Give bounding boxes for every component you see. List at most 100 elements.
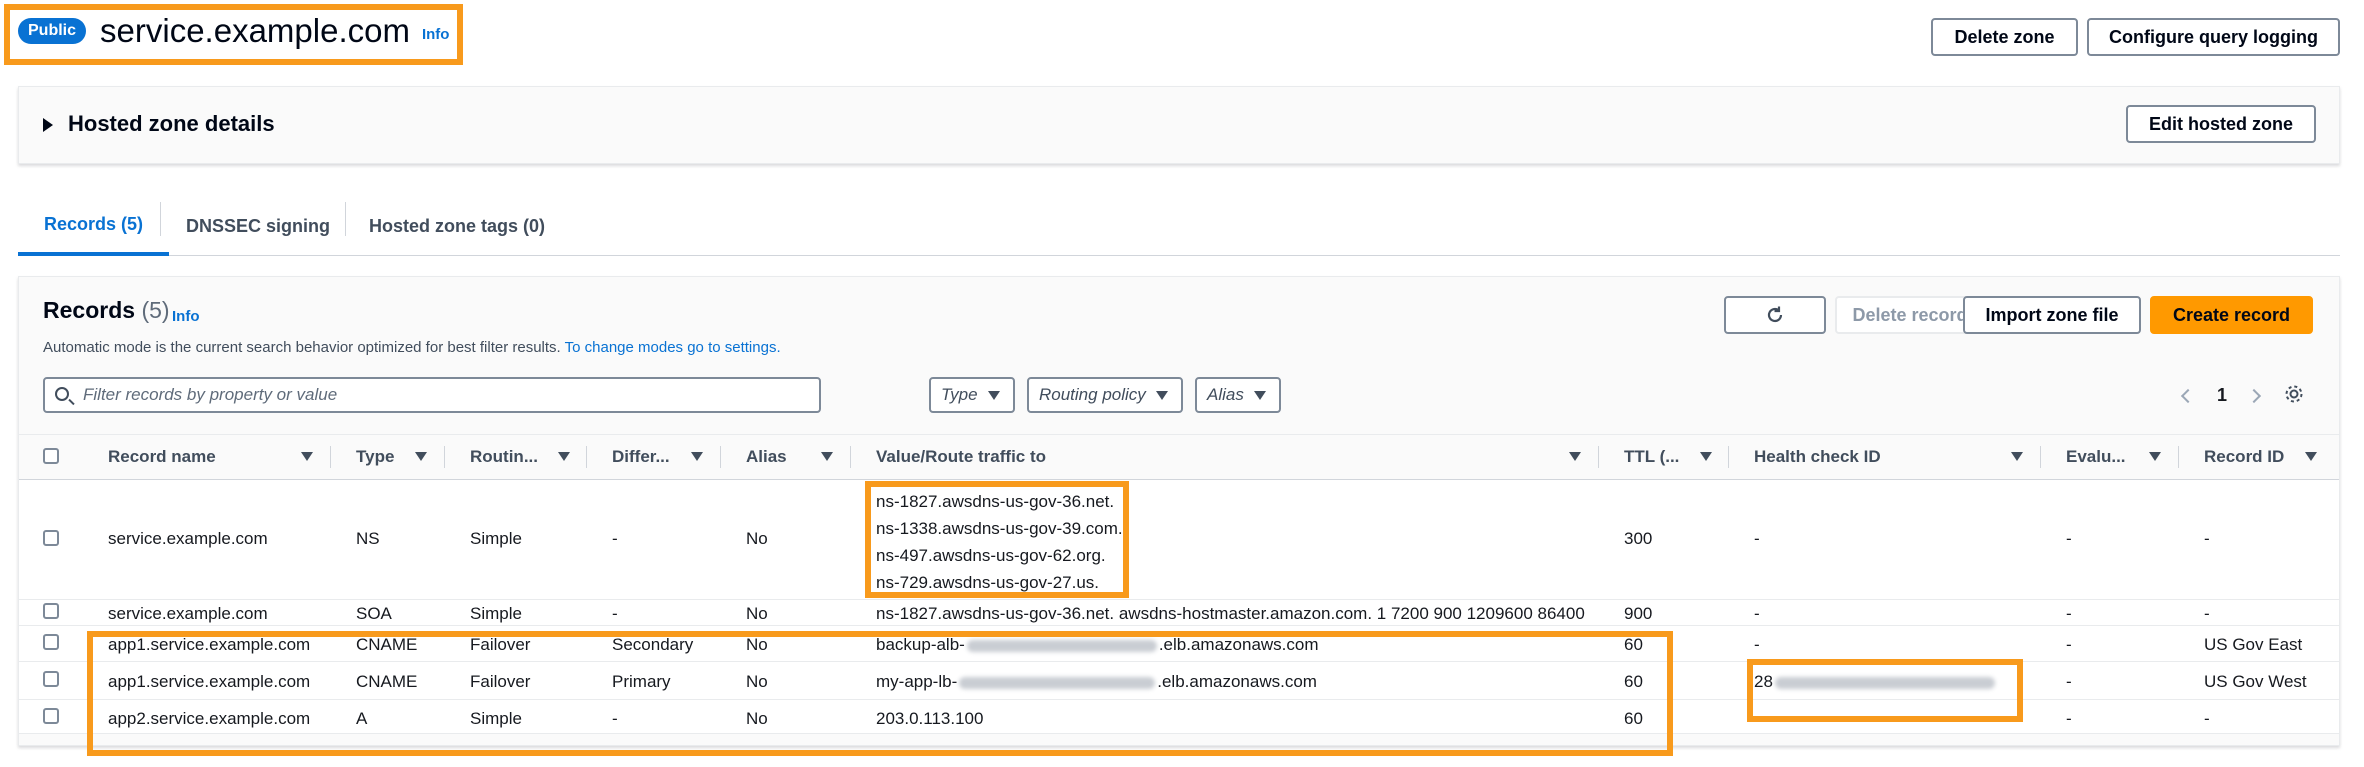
column-divider[interactable] [1728, 446, 1729, 468]
sort-down-icon[interactable] [415, 452, 427, 461]
refresh-icon [1767, 306, 1783, 323]
table-row[interactable]: app1.service.example.com CNAME Failover … [19, 662, 2339, 700]
health-check-id: - [1754, 635, 1760, 654]
settings-link[interactable]: To change modes go to settings. [565, 339, 781, 356]
visibility-badge: Public [18, 18, 87, 44]
ns-value-line: ns-497.awsdns-us-gov-62.org. [876, 546, 1106, 565]
column-divider[interactable] [2040, 446, 2041, 468]
select-all-checkbox[interactable] [43, 448, 59, 464]
create-record-button[interactable]: Create record [2150, 296, 2313, 334]
sort-down-icon[interactable] [558, 452, 570, 461]
differentiator: Primary [612, 672, 671, 691]
alias: No [746, 529, 768, 548]
column-health-check-id[interactable]: Health check ID [1754, 435, 1881, 479]
health-check-id: - [1754, 529, 1760, 548]
column-ttl[interactable]: TTL (... [1624, 435, 1679, 479]
alias: No [746, 635, 768, 654]
column-divider[interactable] [2178, 446, 2179, 468]
record-name[interactable]: app2.service.example.com [108, 709, 310, 729]
settings-gear-icon[interactable] [2283, 383, 2305, 405]
column-evaluate-health[interactable]: Evalu... [2066, 435, 2126, 479]
edit-hosted-zone-button[interactable]: Edit hosted zone [2126, 105, 2316, 143]
row-checkbox[interactable] [43, 634, 59, 650]
table-row[interactable]: app1.service.example.com CNAME Failover … [19, 626, 2339, 662]
delete-zone-button[interactable]: Delete zone [1931, 18, 2078, 56]
record-name[interactable]: service.example.com [108, 604, 268, 624]
column-value[interactable]: Value/Route traffic to [876, 435, 1046, 479]
column-divider[interactable] [444, 446, 445, 468]
page-number[interactable]: 1 [2217, 385, 2227, 406]
value-prefix: backup-alb- [876, 635, 965, 654]
column-divider[interactable] [330, 446, 331, 468]
table-row[interactable]: app2.service.example.com A Simple - No 2… [19, 700, 2339, 734]
type-filter[interactable]: Type [929, 377, 1015, 413]
chevron-left-icon[interactable] [2180, 388, 2196, 404]
evaluate-health: - [2066, 604, 2072, 623]
column-type[interactable]: Type [356, 435, 394, 479]
row-checkbox[interactable] [43, 530, 59, 546]
health-check-id[interactable]: 28 [1754, 672, 1997, 692]
column-divider[interactable] [1598, 446, 1599, 468]
refresh-button[interactable] [1724, 296, 1826, 334]
sort-down-icon[interactable] [1700, 452, 1712, 461]
ns-value-line: ns-729.awsdns-us-gov-27.us. [876, 573, 1100, 592]
column-differentiator[interactable]: Differ... [612, 435, 670, 479]
sort-down-icon[interactable] [1569, 452, 1581, 461]
sort-down-icon[interactable] [301, 452, 313, 461]
routing-policy: Simple [470, 709, 522, 728]
records-panel: Records (5) Info Automatic mode is the c… [18, 276, 2340, 746]
value-suffix: .elb.amazonaws.com [1157, 672, 1317, 691]
ns-value-line: ns-1338.awsdns-us-gov-39.com. [876, 519, 1123, 538]
tab-dnssec-signing[interactable]: DNSSEC signing [186, 196, 330, 256]
sort-down-icon[interactable] [2305, 452, 2317, 461]
column-record-id[interactable]: Record ID [2204, 435, 2284, 479]
tab-hosted-zone-tags[interactable]: Hosted zone tags (0) [369, 196, 545, 256]
record-id: - [2204, 709, 2210, 728]
ttl: 60 [1624, 672, 1643, 691]
row-checkbox[interactable] [43, 708, 59, 724]
column-divider[interactable] [850, 446, 851, 468]
column-divider[interactable] [586, 446, 587, 468]
alias-filter[interactable]: Alias [1195, 377, 1281, 413]
routing-policy-filter[interactable]: Routing policy [1027, 377, 1183, 413]
table-row[interactable]: service.example.com NS Simple - No ns-18… [19, 480, 2339, 600]
ttl: 900 [1624, 604, 1653, 623]
sort-down-icon[interactable] [821, 452, 833, 461]
differentiator: - [612, 709, 618, 728]
hosted-zone-details-panel[interactable]: Hosted zone details [18, 86, 2340, 164]
column-divider[interactable] [720, 446, 721, 468]
zone-header: Public service.example.com Info [18, 12, 449, 50]
info-link[interactable]: Info [422, 26, 450, 43]
table-row[interactable]: service.example.com SOA Simple - No ns-1… [19, 600, 2339, 626]
records-info-link[interactable]: Info [172, 308, 200, 325]
row-checkbox[interactable] [43, 671, 59, 687]
chevron-down-icon [1155, 390, 1168, 400]
chevron-down-icon [1253, 390, 1266, 400]
routing-policy: Failover [470, 672, 531, 691]
chevron-right-icon[interactable] [2246, 388, 2262, 404]
record-name[interactable]: app1.service.example.com [108, 635, 310, 655]
sort-down-icon[interactable] [2011, 452, 2023, 461]
ns-value-line: ns-1827.awsdns-us-gov-36.net. [876, 492, 1115, 511]
record-name[interactable]: service.example.com [108, 529, 268, 549]
sort-down-icon[interactable] [691, 452, 703, 461]
type-filter-label: Type [941, 385, 978, 404]
sort-down-icon[interactable] [2149, 452, 2161, 461]
caret-right-icon[interactable] [43, 118, 53, 132]
configure-query-logging-button[interactable]: Configure query logging [2087, 18, 2340, 56]
column-record-name[interactable]: Record name [108, 435, 216, 479]
column-alias[interactable]: Alias [746, 435, 787, 479]
import-zone-file-button[interactable]: Import zone file [1963, 296, 2141, 334]
search-input[interactable] [83, 379, 803, 411]
column-routing-policy[interactable]: Routin... [470, 435, 538, 479]
records-count: (5) [141, 297, 170, 323]
health-check-id: - [1754, 709, 1760, 728]
alias: No [746, 709, 768, 728]
hosted-zone-details-title[interactable]: Hosted zone details [68, 111, 275, 137]
record-name[interactable]: app1.service.example.com [108, 672, 310, 692]
row-checkbox[interactable] [43, 603, 59, 619]
records-search[interactable] [43, 377, 821, 413]
tab-records[interactable]: Records (5) [18, 196, 170, 256]
tab-divider [160, 202, 161, 236]
record-type: A [356, 709, 368, 728]
